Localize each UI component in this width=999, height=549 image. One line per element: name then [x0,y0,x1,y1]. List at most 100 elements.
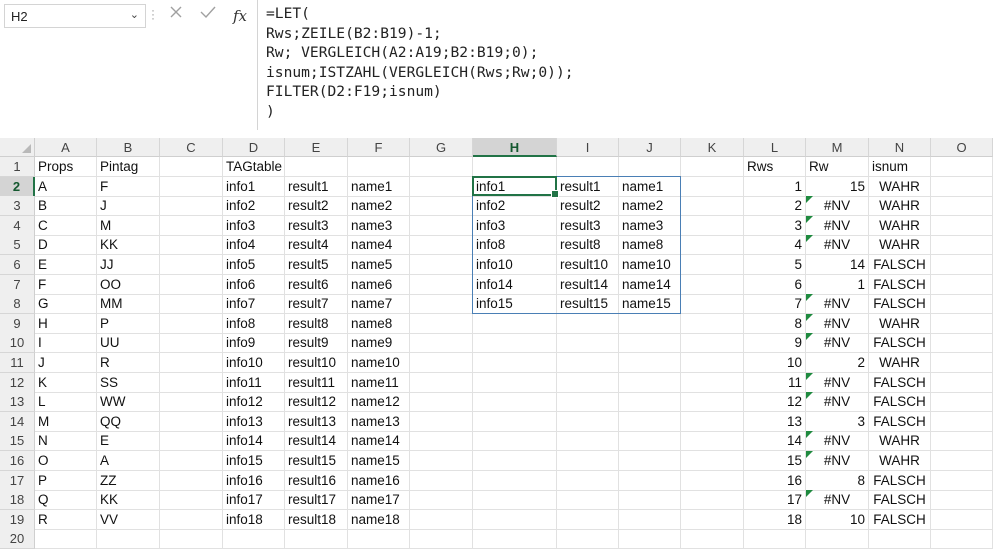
cell-l12[interactable]: 11 [744,372,806,393]
cell-l3[interactable]: 2 [744,196,806,217]
cell-j10[interactable] [619,333,681,354]
cell-k4[interactable] [681,215,744,236]
cell-e11[interactable]: result10 [285,353,348,373]
cell-i18[interactable] [557,490,619,511]
cell-o6[interactable] [931,255,993,275]
row-header-17[interactable]: 17 [0,470,35,491]
cell-a7[interactable]: F [35,274,97,295]
formula-bar-input[interactable]: =LET( Rws;ZEILE(B2:B19)-1; Rw; VERGLEICH… [257,0,999,130]
cell-j6[interactable]: name10 [619,255,681,275]
cell-b13[interactable]: WW [97,392,160,413]
cell-d18[interactable]: info17 [223,490,285,511]
cell-k5[interactable] [681,235,744,256]
cell-k10[interactable] [681,333,744,354]
column-header-a[interactable]: A [35,138,97,157]
cell-o18[interactable] [931,490,993,511]
cell-c7[interactable] [160,274,223,295]
cell-i5[interactable]: result8 [557,235,619,256]
cell-j14[interactable] [619,411,681,432]
cell-c10[interactable] [160,333,223,354]
cell-l9[interactable]: 8 [744,313,806,334]
cell-m4[interactable]: #NV [806,215,869,236]
cell-c4[interactable] [160,215,223,236]
cell-f13[interactable]: name12 [348,392,410,413]
cell-m3[interactable]: #NV [806,196,869,217]
cell-f11[interactable]: name10 [348,353,410,373]
cell-i9[interactable] [557,313,619,334]
cell-g15[interactable] [410,431,473,452]
cell-n20[interactable] [869,529,931,549]
cell-a15[interactable]: N [35,431,97,452]
cell-a13[interactable]: L [35,392,97,413]
cell-i14[interactable] [557,411,619,432]
cell-n19[interactable]: FALSCH [869,509,931,530]
cell-i17[interactable] [557,470,619,491]
cell-f18[interactable]: name17 [348,490,410,511]
cell-o14[interactable] [931,411,993,432]
cell-h1[interactable] [473,157,557,177]
cell-f4[interactable]: name3 [348,215,410,236]
cell-f6[interactable]: name5 [348,255,410,275]
cell-n17[interactable]: FALSCH [869,470,931,491]
cell-g7[interactable] [410,274,473,295]
cell-g16[interactable] [410,451,473,471]
cell-i11[interactable] [557,353,619,373]
cell-m12[interactable]: #NV [806,372,869,393]
cell-a1[interactable]: Props [35,157,97,177]
cell-j4[interactable]: name3 [619,215,681,236]
cell-k12[interactable] [681,372,744,393]
cell-c16[interactable] [160,451,223,471]
cell-h12[interactable] [473,372,557,393]
cell-m11[interactable]: 2 [806,353,869,373]
cell-o10[interactable] [931,333,993,354]
cell-l1[interactable]: Rws [744,157,806,177]
column-header-d[interactable]: D [223,138,285,157]
row-header-7[interactable]: 7 [0,274,35,295]
cell-i12[interactable] [557,372,619,393]
cell-g11[interactable] [410,353,473,373]
cell-f8[interactable]: name7 [348,294,410,315]
cell-m6[interactable]: 14 [806,255,869,275]
cell-j8[interactable]: name15 [619,294,681,315]
cell-d2[interactable]: info1 [223,176,285,197]
cell-g9[interactable] [410,313,473,334]
column-header-k[interactable]: K [681,138,744,157]
cell-m15[interactable]: #NV [806,431,869,452]
drag-handle-dots[interactable]: · · · [151,4,155,24]
cell-m8[interactable]: #NV [806,294,869,315]
cell-d12[interactable]: info11 [223,372,285,393]
cell-i7[interactable]: result14 [557,274,619,295]
row-header-11[interactable]: 11 [0,353,35,373]
cell-k16[interactable] [681,451,744,471]
cell-c13[interactable] [160,392,223,413]
cell-m14[interactable]: 3 [806,411,869,432]
cell-n18[interactable]: FALSCH [869,490,931,511]
cell-h11[interactable] [473,353,557,373]
cell-j20[interactable] [619,529,681,549]
cell-d4[interactable]: info3 [223,215,285,236]
row-header-5[interactable]: 5 [0,235,35,256]
cell-g12[interactable] [410,372,473,393]
cell-l6[interactable]: 5 [744,255,806,275]
cell-e8[interactable]: result7 [285,294,348,315]
column-header-f[interactable]: F [348,138,410,157]
row-header-10[interactable]: 10 [0,333,35,354]
cell-d16[interactable]: info15 [223,451,285,471]
cell-d13[interactable]: info12 [223,392,285,413]
cell-n10[interactable]: FALSCH [869,333,931,354]
cell-b11[interactable]: R [97,353,160,373]
row-header-18[interactable]: 18 [0,490,35,511]
cell-m1[interactable]: Rw [806,157,869,177]
cell-j15[interactable] [619,431,681,452]
cell-b10[interactable]: UU [97,333,160,354]
cell-n13[interactable]: FALSCH [869,392,931,413]
cell-f2[interactable]: name1 [348,176,410,197]
cell-o12[interactable] [931,372,993,393]
row-header-1[interactable]: 1 [0,157,35,177]
cell-c18[interactable] [160,490,223,511]
cell-k1[interactable] [681,157,744,177]
cell-f9[interactable]: name8 [348,313,410,334]
cell-a17[interactable]: P [35,470,97,491]
cell-b12[interactable]: SS [97,372,160,393]
cell-n7[interactable]: FALSCH [869,274,931,295]
